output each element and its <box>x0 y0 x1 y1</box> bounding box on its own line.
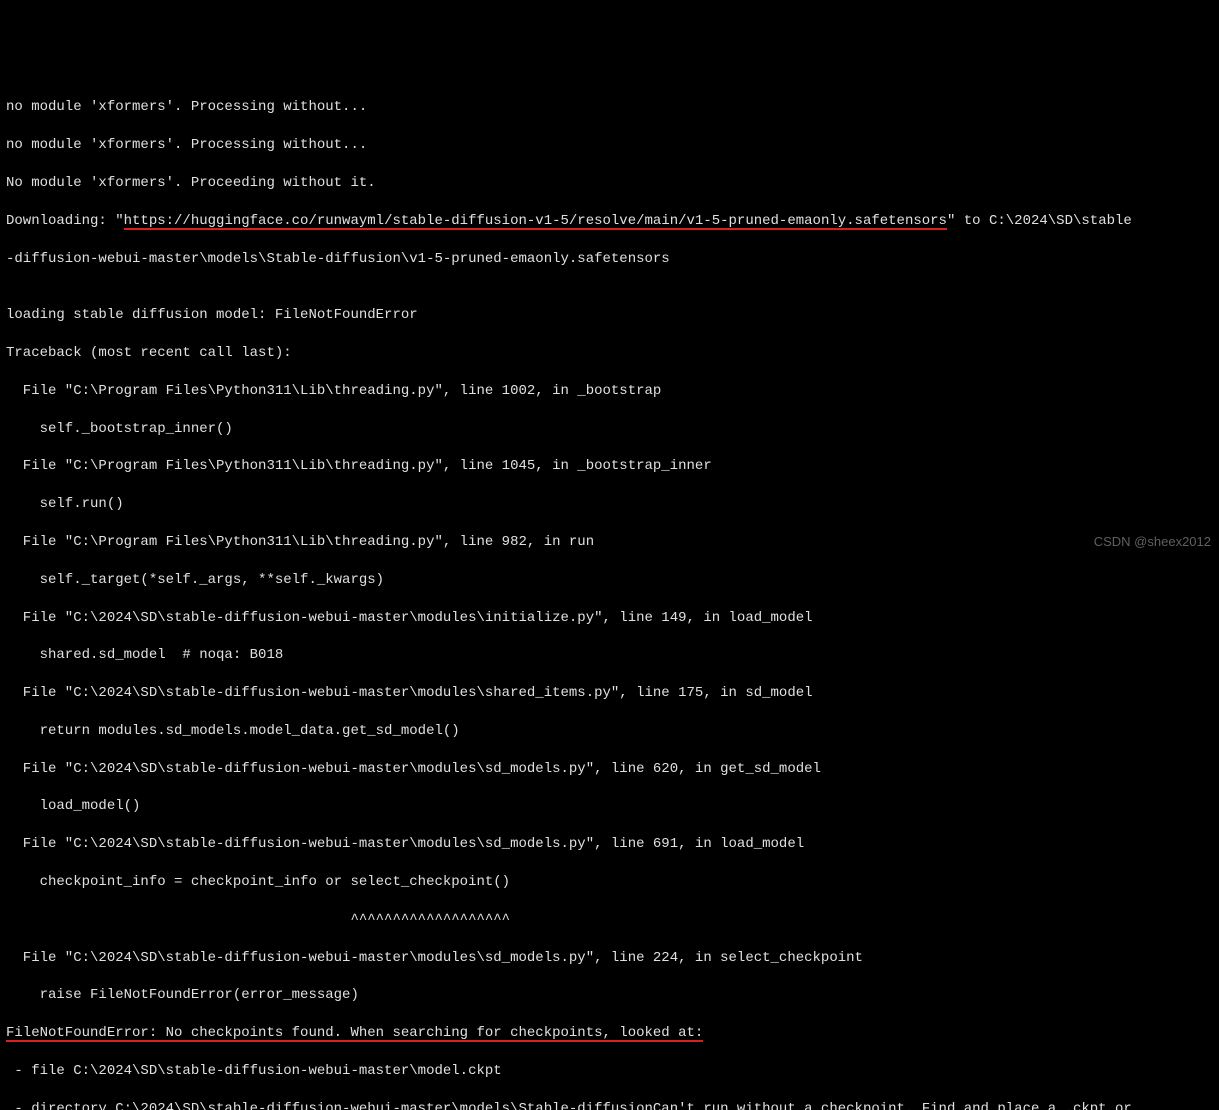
traceback-line: File "C:\Program Files\Python311\Lib\thr… <box>6 533 1213 552</box>
traceback-line: File "C:\Program Files\Python311\Lib\thr… <box>6 457 1213 476</box>
traceback-line: checkpoint_info = checkpoint_info or sel… <box>6 873 1213 892</box>
download-path: -diffusion-webui-master\models\Stable-di… <box>6 250 1213 269</box>
traceback-line: shared.sd_model # noqa: B018 <box>6 646 1213 665</box>
log-line: no module 'xformers'. Processing without… <box>6 98 1213 117</box>
error-header: loading stable diffusion model: FileNotF… <box>6 306 1213 325</box>
error-highlight: FileNotFoundError: No checkpoints found.… <box>6 1026 703 1042</box>
traceback-line: return modules.sd_models.model_data.get_… <box>6 722 1213 741</box>
traceback-line: File "C:\2024\SD\stable-diffusion-webui-… <box>6 609 1213 628</box>
download-prefix: Downloading: " <box>6 213 124 229</box>
traceback-header: Traceback (most recent call last): <box>6 344 1213 363</box>
traceback-line: File "C:\Program Files\Python311\Lib\thr… <box>6 382 1213 401</box>
traceback-line: self._target(*self._args, **self._kwargs… <box>6 571 1213 590</box>
log-line: No module 'xformers'. Proceeding without… <box>6 174 1213 193</box>
error-detail: - file C:\2024\SD\stable-diffusion-webui… <box>6 1062 1213 1081</box>
terminal-output: no module 'xformers'. Processing without… <box>6 80 1213 1110</box>
download-suffix: " to C:\2024\SD\stable <box>947 213 1132 229</box>
download-line: Downloading: "https://huggingface.co/run… <box>6 212 1213 231</box>
error-detail: - directory C:\2024\SD\stable-diffusion-… <box>6 1100 1213 1110</box>
traceback-line: File "C:\2024\SD\stable-diffusion-webui-… <box>6 760 1213 779</box>
traceback-line: File "C:\2024\SD\stable-diffusion-webui-… <box>6 835 1213 854</box>
log-line: no module 'xformers'. Processing without… <box>6 136 1213 155</box>
traceback-line: load_model() <box>6 797 1213 816</box>
traceback-line: File "C:\2024\SD\stable-diffusion-webui-… <box>6 949 1213 968</box>
traceback-line: raise FileNotFoundError(error_message) <box>6 986 1213 1005</box>
error-message: FileNotFoundError: No checkpoints found.… <box>6 1024 1213 1043</box>
traceback-line: self.run() <box>6 495 1213 514</box>
watermark: CSDN @sheex2012 <box>1094 533 1211 551</box>
traceback-line: ^^^^^^^^^^^^^^^^^^^ <box>6 911 1213 930</box>
traceback-line: File "C:\2024\SD\stable-diffusion-webui-… <box>6 684 1213 703</box>
download-url: https://huggingface.co/runwayml/stable-d… <box>124 214 947 230</box>
traceback-line: self._bootstrap_inner() <box>6 420 1213 439</box>
